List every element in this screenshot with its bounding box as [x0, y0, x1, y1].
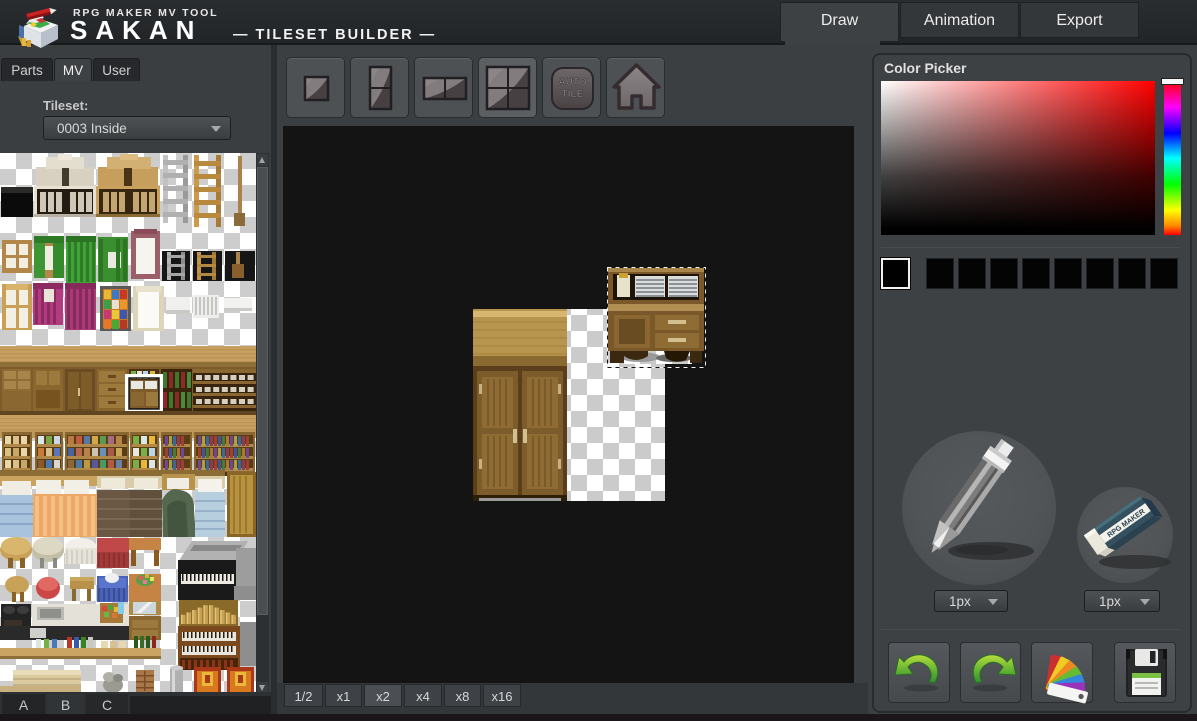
svg-text:AUTO: AUTO	[558, 77, 586, 88]
svg-text:TILE: TILE	[562, 89, 584, 100]
